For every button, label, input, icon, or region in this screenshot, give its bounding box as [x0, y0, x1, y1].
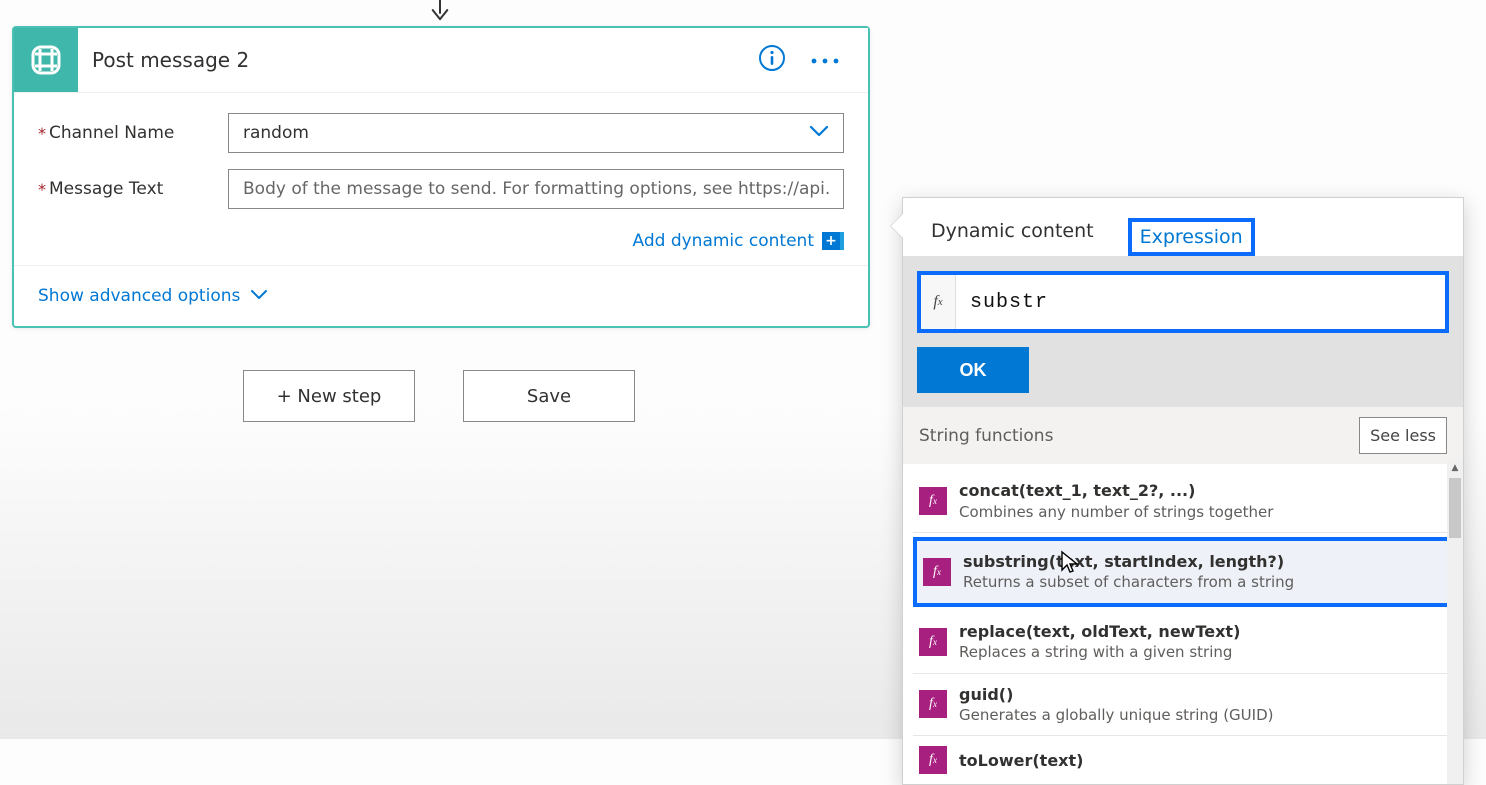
function-desc: Combines any number of strings together — [959, 502, 1273, 522]
function-desc: Replaces a string with a given string — [959, 642, 1240, 662]
function-concat[interactable]: fx concat(text_1, text_2?, ...) Combines… — [913, 470, 1453, 533]
fx-badge-icon: fx — [923, 558, 951, 586]
message-text-input[interactable] — [228, 169, 844, 209]
info-icon[interactable] — [758, 44, 786, 76]
function-desc: Generates a globally unique string (GUID… — [959, 705, 1273, 725]
add-dynamic-content-link[interactable]: Add dynamic content — [633, 231, 814, 251]
message-text-row: * Message Text — [38, 169, 844, 209]
channel-name-value: random — [243, 123, 309, 143]
fx-badge-icon: fx — [919, 487, 947, 515]
flow-connector-arrow — [430, 0, 450, 26]
card-header[interactable]: Post message 2 — [14, 28, 868, 93]
show-advanced-options-link[interactable]: Show advanced options — [38, 286, 268, 306]
tab-dynamic-content[interactable]: Dynamic content — [925, 206, 1100, 256]
save-button[interactable]: Save — [463, 370, 635, 422]
flyout-beak — [891, 214, 903, 238]
fx-icon: fx — [921, 275, 956, 329]
chevron-down-icon — [250, 286, 268, 306]
function-signature: replace(text, oldText, newText) — [959, 621, 1240, 643]
slack-connector-icon — [14, 28, 78, 92]
dynamic-content-flyout: Dynamic content Expression fx OK String … — [902, 197, 1464, 785]
function-signature: substring(text, startIndex, length?) — [963, 551, 1294, 573]
ok-button[interactable]: OK — [917, 347, 1029, 393]
section-title: String functions — [919, 426, 1053, 446]
function-signature: toLower(text) — [959, 750, 1083, 772]
required-star: * — [38, 180, 46, 199]
flyout-scrollbar[interactable]: ▲ — [1447, 460, 1463, 784]
function-signature: guid() — [959, 684, 1273, 706]
see-less-button[interactable]: See less — [1359, 417, 1447, 454]
channel-name-row: * Channel Name random — [38, 113, 844, 153]
message-text-label: Message Text — [49, 179, 163, 199]
fx-badge-icon: fx — [919, 746, 947, 774]
scroll-up-icon: ▲ — [1447, 460, 1463, 476]
card-title: Post message 2 — [78, 48, 758, 72]
advanced-options-label: Show advanced options — [38, 286, 240, 306]
more-icon[interactable] — [810, 51, 840, 70]
channel-name-select[interactable]: random — [228, 113, 844, 153]
post-message-card: Post message 2 * Channel — [12, 26, 870, 328]
add-dynamic-content-icon[interactable]: + — [822, 232, 844, 250]
expression-input-wrapper: fx — [917, 271, 1449, 333]
fx-badge-icon: fx — [919, 690, 947, 718]
function-signature: concat(text_1, text_2?, ...) — [959, 480, 1273, 502]
function-guid[interactable]: fx guid() Generates a globally unique st… — [913, 674, 1453, 737]
add-dynamic-content-row: Add dynamic content + — [14, 231, 868, 265]
function-tolower[interactable]: fx toLower(text) — [913, 736, 1453, 784]
scrollbar-thumb[interactable] — [1449, 478, 1461, 538]
chevron-down-icon — [809, 123, 829, 143]
function-replace[interactable]: fx replace(text, oldText, newText) Repla… — [913, 611, 1453, 674]
new-step-button[interactable]: + New step — [243, 370, 415, 422]
required-star: * — [38, 124, 46, 143]
function-desc: Returns a subset of characters from a st… — [963, 572, 1294, 592]
fx-badge-icon: fx — [919, 628, 947, 656]
expression-input[interactable] — [956, 291, 1445, 314]
channel-name-label: Channel Name — [49, 123, 174, 143]
function-substring[interactable]: fx substring(text, startIndex, length?) … — [913, 537, 1453, 607]
tab-expression[interactable]: Expression — [1128, 218, 1255, 256]
